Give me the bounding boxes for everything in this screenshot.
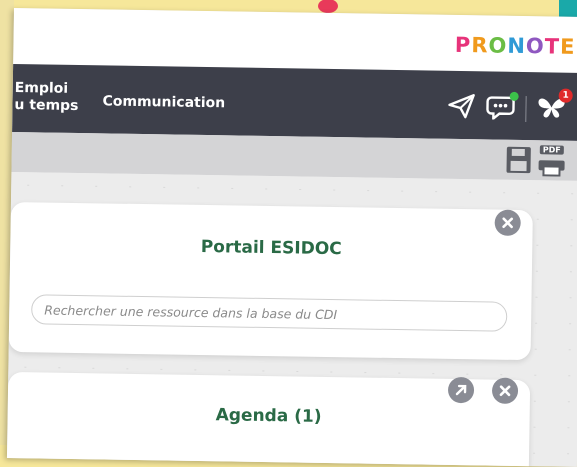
pronote-logo: PRONOTE xyxy=(455,33,576,59)
esidoc-widget: Portail ESIDOC xyxy=(8,201,533,361)
nav-icon-group: 1 xyxy=(447,88,573,125)
logo-letter: R xyxy=(471,33,489,58)
expand-agenda-button[interactable] xyxy=(447,376,475,404)
nav-separator xyxy=(525,96,527,123)
agenda-title: Agenda (1) xyxy=(215,405,322,427)
dashboard-area: Portail ESIDOC Agenda (1) xyxy=(6,171,577,467)
close-esidoc-button[interactable] xyxy=(494,209,521,236)
notification-count-badge: 1 xyxy=(558,88,573,103)
esidoc-title: Portail ESIDOC xyxy=(200,236,342,260)
pronote-window: PRONOTE Emploi u temps Communication 1 P… xyxy=(6,8,577,467)
notifications-button[interactable]: 1 xyxy=(536,88,573,124)
close-agenda-button[interactable] xyxy=(491,377,519,404)
nav-emploi-line1: Emploi xyxy=(14,80,69,97)
toolbar-icons: PDF xyxy=(505,145,565,179)
nav-emploi-du-temps[interactable]: Emploi u temps xyxy=(14,80,79,115)
messages-button[interactable] xyxy=(485,91,519,123)
paper-plane-icon[interactable] xyxy=(447,93,475,123)
logo-letter: O xyxy=(488,33,508,58)
main-navbar: Emploi u temps Communication 1 xyxy=(12,63,577,141)
logo-letter: P xyxy=(454,32,472,58)
online-status-dot xyxy=(509,91,519,101)
nav-communication[interactable]: Communication xyxy=(102,93,225,111)
pdf-label: PDF xyxy=(539,145,564,155)
logo-letter: E xyxy=(559,34,576,59)
nav-emploi-line2: u temps xyxy=(14,97,79,115)
logo-letter: T xyxy=(544,34,561,59)
logo-letter: N xyxy=(507,33,527,59)
agenda-widget: Agenda (1) xyxy=(6,371,531,467)
save-icon[interactable] xyxy=(505,146,531,178)
top-bar: PRONOTE xyxy=(13,8,577,73)
expand-arrow-icon xyxy=(455,384,467,396)
esidoc-search-input[interactable] xyxy=(31,294,508,332)
close-icon xyxy=(502,217,514,229)
logo-letter: O xyxy=(525,34,545,59)
close-icon xyxy=(499,385,511,397)
pdf-print-icon[interactable]: PDF xyxy=(537,145,565,177)
